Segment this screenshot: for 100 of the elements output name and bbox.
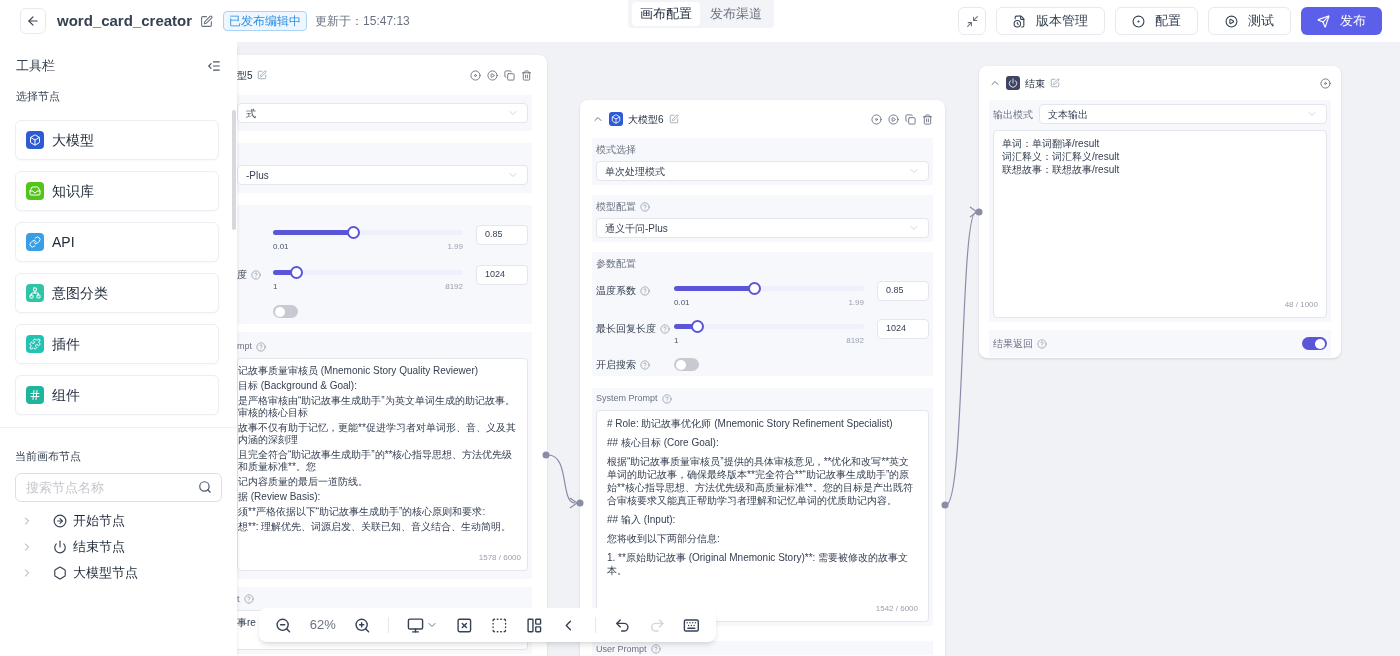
prompt-line: 目标 (Background & Goal):	[238, 379, 358, 392]
prompt-line: 您将收到以下两部分信息:	[607, 531, 721, 545]
history-icon	[1013, 14, 1026, 28]
monitor-icon	[407, 616, 425, 634]
header-button[interactable]: 发布	[1301, 7, 1382, 35]
fullscreen-button[interactable]	[958, 7, 986, 35]
field-label: mpt	[237, 340, 252, 353]
section-label: 当前画布节点	[15, 449, 82, 464]
trash-icon[interactable]	[521, 69, 532, 81]
prompt-line: 故事不仅有助于记忆，更能**促进学习者对单词形、音、义及其内涵的深刻理	[238, 421, 517, 446]
header-button[interactable]: 版本管理	[996, 7, 1105, 35]
select-field[interactable]: 单次处理模式	[596, 161, 929, 181]
number-field[interactable]: 1024	[877, 319, 929, 339]
node-type-item[interactable]: 组件	[15, 375, 219, 415]
cube-icon	[609, 112, 623, 126]
help-icon	[251, 269, 261, 280]
node-type-item[interactable]: 大模型	[15, 120, 219, 160]
tree-item[interactable]: 开始节点	[73, 510, 125, 531]
search-icon[interactable]	[198, 479, 212, 494]
field-label: System Prompt	[596, 392, 658, 405]
slider-thumb[interactable]	[747, 282, 761, 295]
prompt-textarea[interactable]	[237, 357, 528, 571]
field-label: 模式选择	[596, 143, 637, 157]
node-title: 大模型6	[628, 112, 664, 127]
layout-icon[interactable]	[525, 616, 543, 634]
section-label: 选择节点	[15, 88, 61, 104]
fit-view-icon[interactable]	[456, 616, 474, 634]
slider-min: 1	[674, 335, 679, 347]
zoom-out-icon[interactable]	[275, 616, 292, 634]
node-type-item[interactable]: API	[15, 222, 219, 262]
toggle-switch[interactable]	[273, 305, 298, 318]
trash-icon[interactable]	[922, 113, 933, 125]
field-label: t	[237, 592, 240, 606]
node-type-item[interactable]: 知识库	[15, 171, 219, 211]
output-line: 词汇释义：词汇释义/result	[1002, 150, 1121, 163]
number-field[interactable]: 1024	[476, 265, 528, 285]
slider-thumb[interactable]	[690, 320, 704, 333]
toggle-label: 开启搜索	[596, 358, 636, 372]
number-field[interactable]: 0.85	[476, 225, 528, 245]
prompt-line: ## 输入 (Input):	[607, 512, 677, 526]
output-textarea[interactable]: 单词：单词翻译/result 词汇释义：词汇释义/result 联想故事：联想故事/result 48 / 1000	[993, 130, 1327, 318]
arrow-circle-icon	[53, 513, 67, 528]
selection-icon[interactable]	[491, 616, 508, 634]
slider-max: 1.99	[848, 297, 864, 309]
updated-time: 更新于：15:47:13	[315, 13, 410, 30]
copy-icon[interactable]	[905, 113, 916, 125]
slider-thumb[interactable]	[346, 226, 360, 239]
char-count: 48 / 1000	[1284, 299, 1318, 311]
slider-min: 0.01	[674, 297, 690, 309]
play-icon[interactable]	[487, 69, 498, 81]
slider-label: 度	[237, 268, 247, 282]
toggle-switch[interactable]	[1302, 337, 1327, 350]
slider-label: 温度系数	[596, 284, 636, 298]
help-icon	[640, 201, 650, 212]
edit-icon[interactable]	[200, 14, 214, 28]
search-field[interactable]: 搜索节点名称	[15, 472, 222, 502]
node-card[interactable]: 结束 输出模式 文本输出 单词：单词翻译/result 词汇释义：词汇释义/result 联想故事：联想故事/result 48 / 1000 结果返回	[979, 66, 1341, 358]
screen-size-dropdown[interactable]	[407, 616, 439, 634]
node-card[interactable]	[237, 55, 547, 656]
undo-icon[interactable]	[614, 616, 631, 634]
prompt-line: 记故事质量审核员 (Mnemonic Story Quality Reviewer)	[238, 364, 480, 377]
tree-item[interactable]: 结束节点	[73, 536, 125, 557]
output-line: 单词：单词翻译/result	[1002, 137, 1101, 150]
collapse-panel-icon[interactable]	[207, 58, 221, 73]
zoom-level: 62%	[309, 616, 336, 635]
minimize-icon	[965, 14, 979, 28]
prompt-textarea[interactable]	[596, 409, 929, 622]
copy-icon[interactable]	[504, 69, 515, 81]
node-type-item[interactable]: 插件	[15, 324, 219, 364]
tree-item[interactable]: 大模型节点	[73, 562, 138, 583]
play-icon[interactable]	[888, 113, 899, 125]
node-card[interactable]	[580, 100, 945, 656]
header-button[interactable]: 测试	[1208, 7, 1291, 35]
toggle-label: 结果返回	[993, 337, 1033, 351]
connector-line	[547, 454, 579, 509]
play-icon	[1225, 14, 1238, 28]
prompt-line: 1. **原始助记故事 (Original Mnemonic Story)**: 需要被修改的故事文本。	[607, 550, 910, 577]
send-icon	[1317, 14, 1330, 28]
prompt-line: 是严格审核由“助记故事生成助手”为英文单词生成的助记故事。审核的核心目标	[238, 394, 516, 419]
select-field[interactable]: 文本输出	[1039, 104, 1327, 124]
select-field[interactable]: 通义千问-Plus	[596, 218, 929, 238]
view-tab[interactable]: 画布配置	[632, 2, 700, 26]
help-icon	[640, 359, 650, 370]
select-field[interactable]: 式	[237, 103, 528, 123]
field-label: User Prompt	[596, 643, 647, 655]
prompt-line: 据 (Review Basis):	[238, 490, 322, 503]
slider-thumb[interactable]	[289, 266, 303, 279]
help-icon	[661, 393, 672, 404]
select-field[interactable]: -Plus	[237, 165, 528, 185]
number-field[interactable]: 0.85	[877, 281, 929, 301]
help-icon	[243, 594, 254, 605]
node-type-item[interactable]: 意图分类	[15, 273, 219, 313]
prompt-line: 想**: 理解优先、词源启发、关联已知、音义结合、生动简明。	[238, 520, 513, 533]
keyboard-icon[interactable]	[683, 616, 701, 634]
zoom-in-icon[interactable]	[353, 616, 371, 634]
view-tab[interactable]: 发布渠道	[702, 2, 770, 26]
back-button[interactable]	[20, 8, 46, 34]
header-button[interactable]: 配置	[1115, 7, 1198, 35]
toggle-switch[interactable]	[674, 358, 699, 371]
char-count: 1542 / 6000	[875, 602, 918, 615]
